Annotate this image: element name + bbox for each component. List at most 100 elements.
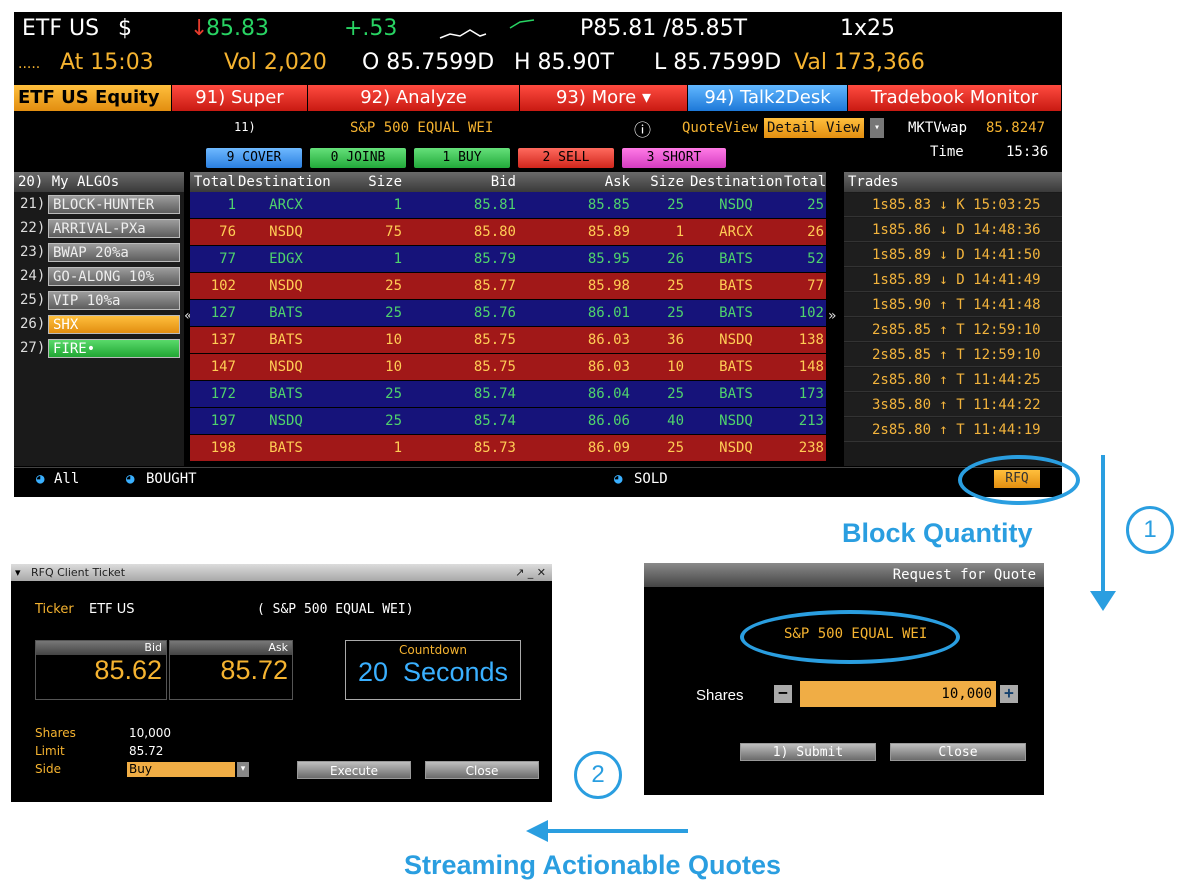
security-equity-button[interactable]: ETF US Equity (14, 85, 172, 111)
trades-panel: Trades 1s85.83 ↓ K 15:03:25 1s85.86 ↓ D 1… (844, 172, 1062, 466)
talk2desk-button[interactable]: 94) Talk2Desk (688, 85, 848, 111)
book-cell: 75 (385, 224, 402, 240)
algo-item[interactable]: 27) FIRE• (14, 337, 184, 360)
book-cell: 85.73 (473, 440, 516, 456)
quote-size: 1x25 (840, 16, 896, 41)
joinb-button[interactable]: 0 JOINB (310, 148, 406, 168)
book-cell: BATS (719, 305, 753, 321)
tradebook-monitor-button[interactable]: Tradebook Monitor (848, 85, 1062, 111)
down-arrow-icon (1090, 455, 1116, 611)
algo-button[interactable]: BWAP 20%a (48, 243, 180, 262)
side-select[interactable]: Buy (127, 762, 235, 777)
algo-num: 21) (20, 196, 46, 212)
algo-num: 22) (20, 220, 46, 236)
trade-rows: 1s85.83 ↓ K 15:03:25 1s85.86 ↓ D 14:48:36… (844, 193, 1062, 442)
expand-right-icon[interactable]: » (828, 308, 837, 324)
algo-item[interactable]: 26) SHX (14, 313, 184, 336)
book-row[interactable]: 102 NSDQ 25 85.77 85.98 25 BATS 77 (190, 273, 826, 300)
book-cell: 85.76 (473, 305, 516, 321)
bid-label: Bid (36, 641, 166, 655)
execute-button[interactable]: Execute (297, 761, 411, 779)
algo-item[interactable]: 23) BWAP 20%a (14, 241, 184, 264)
short-button[interactable]: 3 SHORT (622, 148, 726, 168)
book-cell: 1 (675, 224, 684, 240)
book-cell: 36 (667, 332, 684, 348)
book-cell: 25 (667, 440, 684, 456)
last-time: At 15:03 (60, 50, 154, 75)
algo-button[interactable]: GO-ALONG 10% (48, 267, 180, 286)
chevron-down-icon[interactable]: ▾ (870, 118, 884, 138)
shares-input[interactable]: 10,000 (800, 681, 996, 707)
close-button[interactable]: Close (425, 761, 539, 779)
book-cell: 10 (385, 332, 402, 348)
book-row[interactable]: 77 EDGX 1 85.79 85.95 26 BATS 52 (190, 246, 826, 273)
book-row[interactable]: 147 NSDQ 10 85.75 86.03 10 BATS 148 (190, 354, 826, 381)
col-size: Size (650, 174, 684, 190)
book-row[interactable]: 137 BATS 10 85.75 86.03 36 NSDQ 138 (190, 327, 826, 354)
algo-button[interactable]: FIRE• (48, 339, 180, 358)
menu-icon[interactable]: ▾ (15, 564, 21, 581)
analyze-button[interactable]: 92) Analyze (308, 85, 520, 111)
book-cell: 25 (385, 305, 402, 321)
algo-item[interactable]: 22) ARRIVAL-PXa (14, 217, 184, 240)
algo-header: 20) My ALGOs (14, 172, 184, 192)
book-cell: 10 (385, 359, 402, 375)
algo-button[interactable]: ARRIVAL-PXa (48, 219, 180, 238)
filter-all[interactable]: All (54, 468, 79, 490)
book-cell: 85.80 (473, 224, 516, 240)
chevron-down-icon[interactable]: ▾ (237, 762, 249, 777)
book-cell: BATS (269, 305, 303, 321)
pie-icon: ◕ (614, 471, 623, 487)
cover-button[interactable]: 9 COVER (206, 148, 302, 168)
col-destination: Destination (238, 174, 331, 190)
algo-button[interactable]: BLOCK-HUNTER (48, 195, 180, 214)
trade-row: 1s85.89 ↓ D 14:41:49 (844, 268, 1062, 292)
shares-label: Shares (35, 726, 76, 740)
rfq-title: Request for Quote (644, 563, 1044, 587)
book-cell: 85.89 (587, 224, 630, 240)
algo-item[interactable]: 21) BLOCK-HUNTER (14, 193, 184, 216)
book-cell: 85.75 (473, 359, 516, 375)
close-button[interactable]: Close (890, 743, 1026, 761)
plus-icon[interactable]: + (1000, 685, 1018, 703)
mktvwap-value: 85.8247 (986, 120, 1046, 136)
trade-row: 2s85.85 ↑ T 12:59:10 (844, 343, 1062, 367)
col-destination: Destination (690, 174, 783, 190)
book-row[interactable]: 197 NSDQ 25 85.74 86.06 40 NSDQ 213 (190, 408, 826, 435)
trade-row: 2s85.85 ↑ T 12:59:10 (844, 318, 1062, 342)
book-cell: 102 (210, 278, 236, 294)
book-row[interactable]: 198 BATS 1 85.73 86.09 25 NSDQ 238 (190, 435, 826, 462)
book-row[interactable]: 172 BATS 25 85.74 86.04 25 BATS 173 (190, 381, 826, 408)
book-cell: 86.04 (587, 386, 630, 402)
sell-button[interactable]: 2 SELL (518, 148, 614, 168)
book-row[interactable]: 127 BATS 25 85.76 86.01 25 BATS 102 (190, 300, 826, 327)
step-1-badge: 1 (1126, 506, 1174, 554)
algo-item[interactable]: 25) VIP 10%a (14, 289, 184, 312)
info-icon[interactable]: ⓘ (634, 116, 651, 141)
book-cell: 172 (210, 386, 236, 402)
minus-icon[interactable]: − (774, 685, 792, 703)
submit-button[interactable]: 1) Submit (740, 743, 876, 761)
book-cell: BATS (269, 332, 303, 348)
col-size: Size (368, 174, 402, 190)
book-row[interactable]: 1 ARCX 1 85.81 85.85 25 NSDQ 25 (190, 192, 826, 219)
time-value: 15:36 (1006, 144, 1049, 160)
window-controls[interactable]: ↗ _ ✕ (515, 564, 546, 581)
value-traded: Val 173,366 (794, 50, 925, 75)
filter-sold[interactable]: SOLD (634, 468, 668, 490)
quoteview-select[interactable]: Detail View (764, 118, 864, 138)
book-cell: 52 (807, 251, 824, 267)
book-row[interactable]: 76 NSDQ 75 85.80 85.89 1 ARCX 26 (190, 219, 826, 246)
algo-button[interactable]: SHX (48, 315, 180, 334)
algo-item[interactable]: 24) GO-ALONG 10% (14, 265, 184, 288)
filter-bought[interactable]: BOUGHT (146, 468, 197, 490)
bid-box: Bid 85.62 (35, 640, 167, 700)
book-cell: BATS (719, 278, 753, 294)
rfq-highlight-ellipse (958, 455, 1080, 505)
super-button[interactable]: 91) Super (172, 85, 308, 111)
ask-label: Ask (170, 641, 292, 655)
buy-button[interactable]: 1 BUY (414, 148, 510, 168)
more-button[interactable]: 93) More ▾ (520, 85, 688, 111)
book-cell: ARCX (269, 197, 303, 213)
algo-button[interactable]: VIP 10%a (48, 291, 180, 310)
